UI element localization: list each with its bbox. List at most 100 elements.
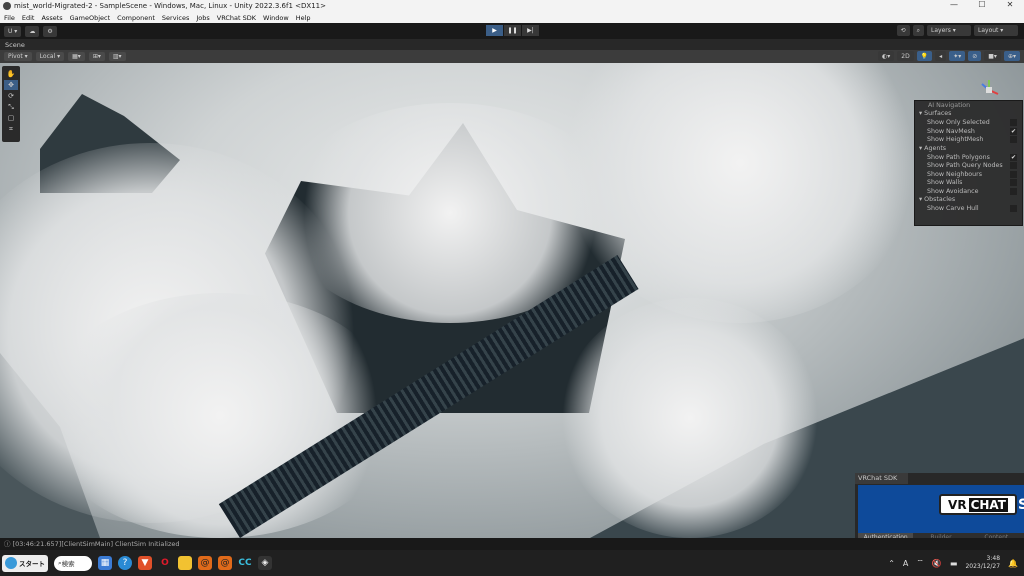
- ai-navigation-overlay: AI Navigation ▾ Surfaces Show Only Selec…: [914, 100, 1023, 226]
- ai-navigation-title: AI Navigation: [928, 102, 971, 109]
- step-button[interactable]: ▶|: [522, 25, 539, 36]
- close-button[interactable]: ✕: [996, 0, 1024, 9]
- option-show-walls[interactable]: Show Walls: [915, 179, 1022, 188]
- camera-icon[interactable]: ■▾: [984, 51, 1001, 61]
- layout-dropdown[interactable]: Layout ▾: [974, 25, 1018, 36]
- checkbox[interactable]: [1010, 205, 1017, 212]
- local-dropdown[interactable]: Local ▾: [35, 52, 65, 61]
- collab-icon[interactable]: ⚙: [43, 25, 57, 37]
- menu-window[interactable]: Window: [263, 14, 289, 22]
- grid-icon[interactable]: ▥▾: [108, 52, 126, 61]
- option-show-path-polygons[interactable]: Show Path Polygons ✔: [915, 153, 1022, 163]
- wifi-icon[interactable]: ⌔: [916, 558, 924, 568]
- menu-component[interactable]: Component: [117, 14, 155, 22]
- scale-tool-icon[interactable]: ⤡: [4, 102, 18, 112]
- hidden-objects-icon[interactable]: ⊘: [968, 51, 982, 61]
- fog: [560, 298, 820, 538]
- sdk-title-fragment: S: [1018, 497, 1024, 513]
- pause-button[interactable]: ❚❚: [504, 25, 521, 36]
- unity-app-icon[interactable]: ◈: [258, 556, 272, 570]
- history-icon[interactable]: ⟲: [896, 25, 910, 36]
- orientation-gizmo[interactable]: [976, 78, 1002, 102]
- menu-gameobject[interactable]: GameObject: [70, 14, 111, 22]
- show-hidden-icons-chevron-icon[interactable]: ⌃: [888, 559, 895, 568]
- effects-icon[interactable]: ✦▾: [949, 51, 966, 61]
- audio-icon[interactable]: ◂: [935, 51, 947, 61]
- window-titlebar: mist_world-Migrated-2 - SampleScene - Wi…: [0, 0, 1024, 12]
- scene-tab[interactable]: Scene: [0, 39, 1024, 50]
- file-explorer-icon[interactable]: [178, 556, 192, 570]
- menu-help[interactable]: Help: [296, 14, 311, 22]
- vrchat-sdk-panel: VRChat SDK VRCHAT S Authentication Build…: [855, 473, 1024, 545]
- checkbox-checked[interactable]: ✔: [1010, 127, 1017, 135]
- notification-bell-icon[interactable]: 🔔: [1008, 559, 1018, 568]
- start-icon: [5, 557, 17, 569]
- option-show-avoidance[interactable]: Show Avoidance: [915, 187, 1022, 197]
- checkbox[interactable]: [1010, 170, 1017, 178]
- option-show-neighbours[interactable]: Show Neighbours: [915, 170, 1022, 180]
- system-tray: ⌃ A ⌔ 🔇 ▬ 3:48 2023/12/27 🔔: [888, 550, 1018, 576]
- grid-snap-icon[interactable]: ▦▾: [68, 52, 85, 61]
- layers-dropdown[interactable]: Layers ▾: [927, 25, 971, 36]
- play-button[interactable]: ▶: [486, 25, 503, 36]
- transform-tool-icon[interactable]: ⌗: [4, 124, 18, 134]
- houdini-icon[interactable]: @: [198, 556, 212, 570]
- start-button[interactable]: スタート: [2, 554, 48, 572]
- account-dropdown[interactable]: U ▾: [4, 25, 22, 37]
- rect-tool-icon[interactable]: ▢: [4, 113, 18, 123]
- vrchat-sdk-tab[interactable]: VRChat SDK: [855, 473, 908, 484]
- pivot-dropdown[interactable]: Pivot ▾: [4, 52, 32, 61]
- maximize-button[interactable]: ☐: [968, 0, 996, 9]
- menu-bar: File Edit Assets GameObject Component Se…: [0, 12, 1024, 23]
- view-tool-hand-icon[interactable]: ✋: [4, 69, 18, 79]
- section-obstacles[interactable]: ▾ Obstacles: [915, 196, 1022, 205]
- menu-edit[interactable]: Edit: [22, 14, 35, 22]
- gizmos-icon[interactable]: ⊕▾: [1003, 51, 1020, 61]
- store-icon[interactable]: ▦: [98, 556, 112, 570]
- play-controls: ▶ ❚❚ ▶|: [486, 25, 539, 36]
- menu-services[interactable]: Services: [162, 14, 189, 22]
- option-show-path-query-nodes[interactable]: Show Path Query Nodes: [915, 162, 1022, 171]
- checkbox[interactable]: [1010, 162, 1017, 169]
- menu-vrchat-sdk[interactable]: VRChat SDK: [217, 14, 256, 22]
- scene-viewport[interactable]: [0, 63, 1024, 538]
- window-title: mist_world-Migrated-2 - SampleScene - Wi…: [14, 2, 326, 10]
- checkbox[interactable]: [1010, 136, 1017, 143]
- cc-app-icon[interactable]: CC: [238, 556, 252, 570]
- snap-increment-icon[interactable]: ⊞▾: [88, 52, 105, 61]
- checkbox[interactable]: [1010, 187, 1017, 195]
- move-tool-icon[interactable]: ✥: [4, 80, 18, 90]
- opera-icon[interactable]: O: [158, 556, 172, 570]
- option-show-heightmesh[interactable]: Show HeightMesh: [915, 136, 1022, 145]
- ime-indicator[interactable]: A: [903, 559, 908, 568]
- menu-jobs[interactable]: Jobs: [196, 14, 209, 22]
- menu-assets[interactable]: Assets: [41, 14, 62, 22]
- checkbox[interactable]: [1010, 119, 1017, 126]
- option-show-navmesh[interactable]: Show NavMesh ✔: [915, 127, 1022, 137]
- clock[interactable]: 3:48 2023/12/27: [965, 555, 1000, 571]
- 2d-toggle[interactable]: 2D: [897, 51, 914, 61]
- checkbox-checked[interactable]: ✔: [1010, 153, 1017, 161]
- taskbar: スタート ⌕ 検索 ▦ ? ▼ O @ @ CC ◈: [0, 550, 1024, 576]
- console-message: [03:46:21.657][ClientSimMain] ClientSim …: [12, 540, 180, 548]
- help-app-icon[interactable]: ?: [118, 556, 132, 570]
- option-show-only-selected[interactable]: Show Only Selected: [915, 119, 1022, 128]
- rotate-tool-icon[interactable]: ⟳: [4, 91, 18, 101]
- battery-icon[interactable]: ▬: [950, 559, 958, 568]
- cloud-icon[interactable]: ☁: [25, 25, 40, 37]
- brave-browser-icon[interactable]: ▼: [138, 556, 152, 570]
- search-icon[interactable]: ⌕: [912, 25, 924, 36]
- unity-logo-icon: [3, 2, 11, 10]
- option-show-carve-hull[interactable]: Show Carve Hull: [915, 205, 1022, 214]
- console-status-bar[interactable]: ⓘ [03:46:21.657][ClientSimMain] ClientSi…: [0, 538, 1024, 550]
- houdini-icon-2[interactable]: @: [218, 556, 232, 570]
- minimize-button[interactable]: —: [940, 0, 968, 9]
- checkbox[interactable]: [1010, 179, 1017, 186]
- search-box[interactable]: ⌕ 検索: [54, 555, 92, 571]
- menu-file[interactable]: File: [4, 14, 15, 22]
- shading-mode-icon[interactable]: ◐▾: [878, 51, 895, 61]
- speaker-muted-icon[interactable]: 🔇: [932, 559, 942, 568]
- lighting-icon[interactable]: 💡: [916, 51, 933, 61]
- section-agents[interactable]: ▾ Agents: [915, 145, 1022, 154]
- section-surfaces[interactable]: ▾ Surfaces: [915, 110, 1022, 119]
